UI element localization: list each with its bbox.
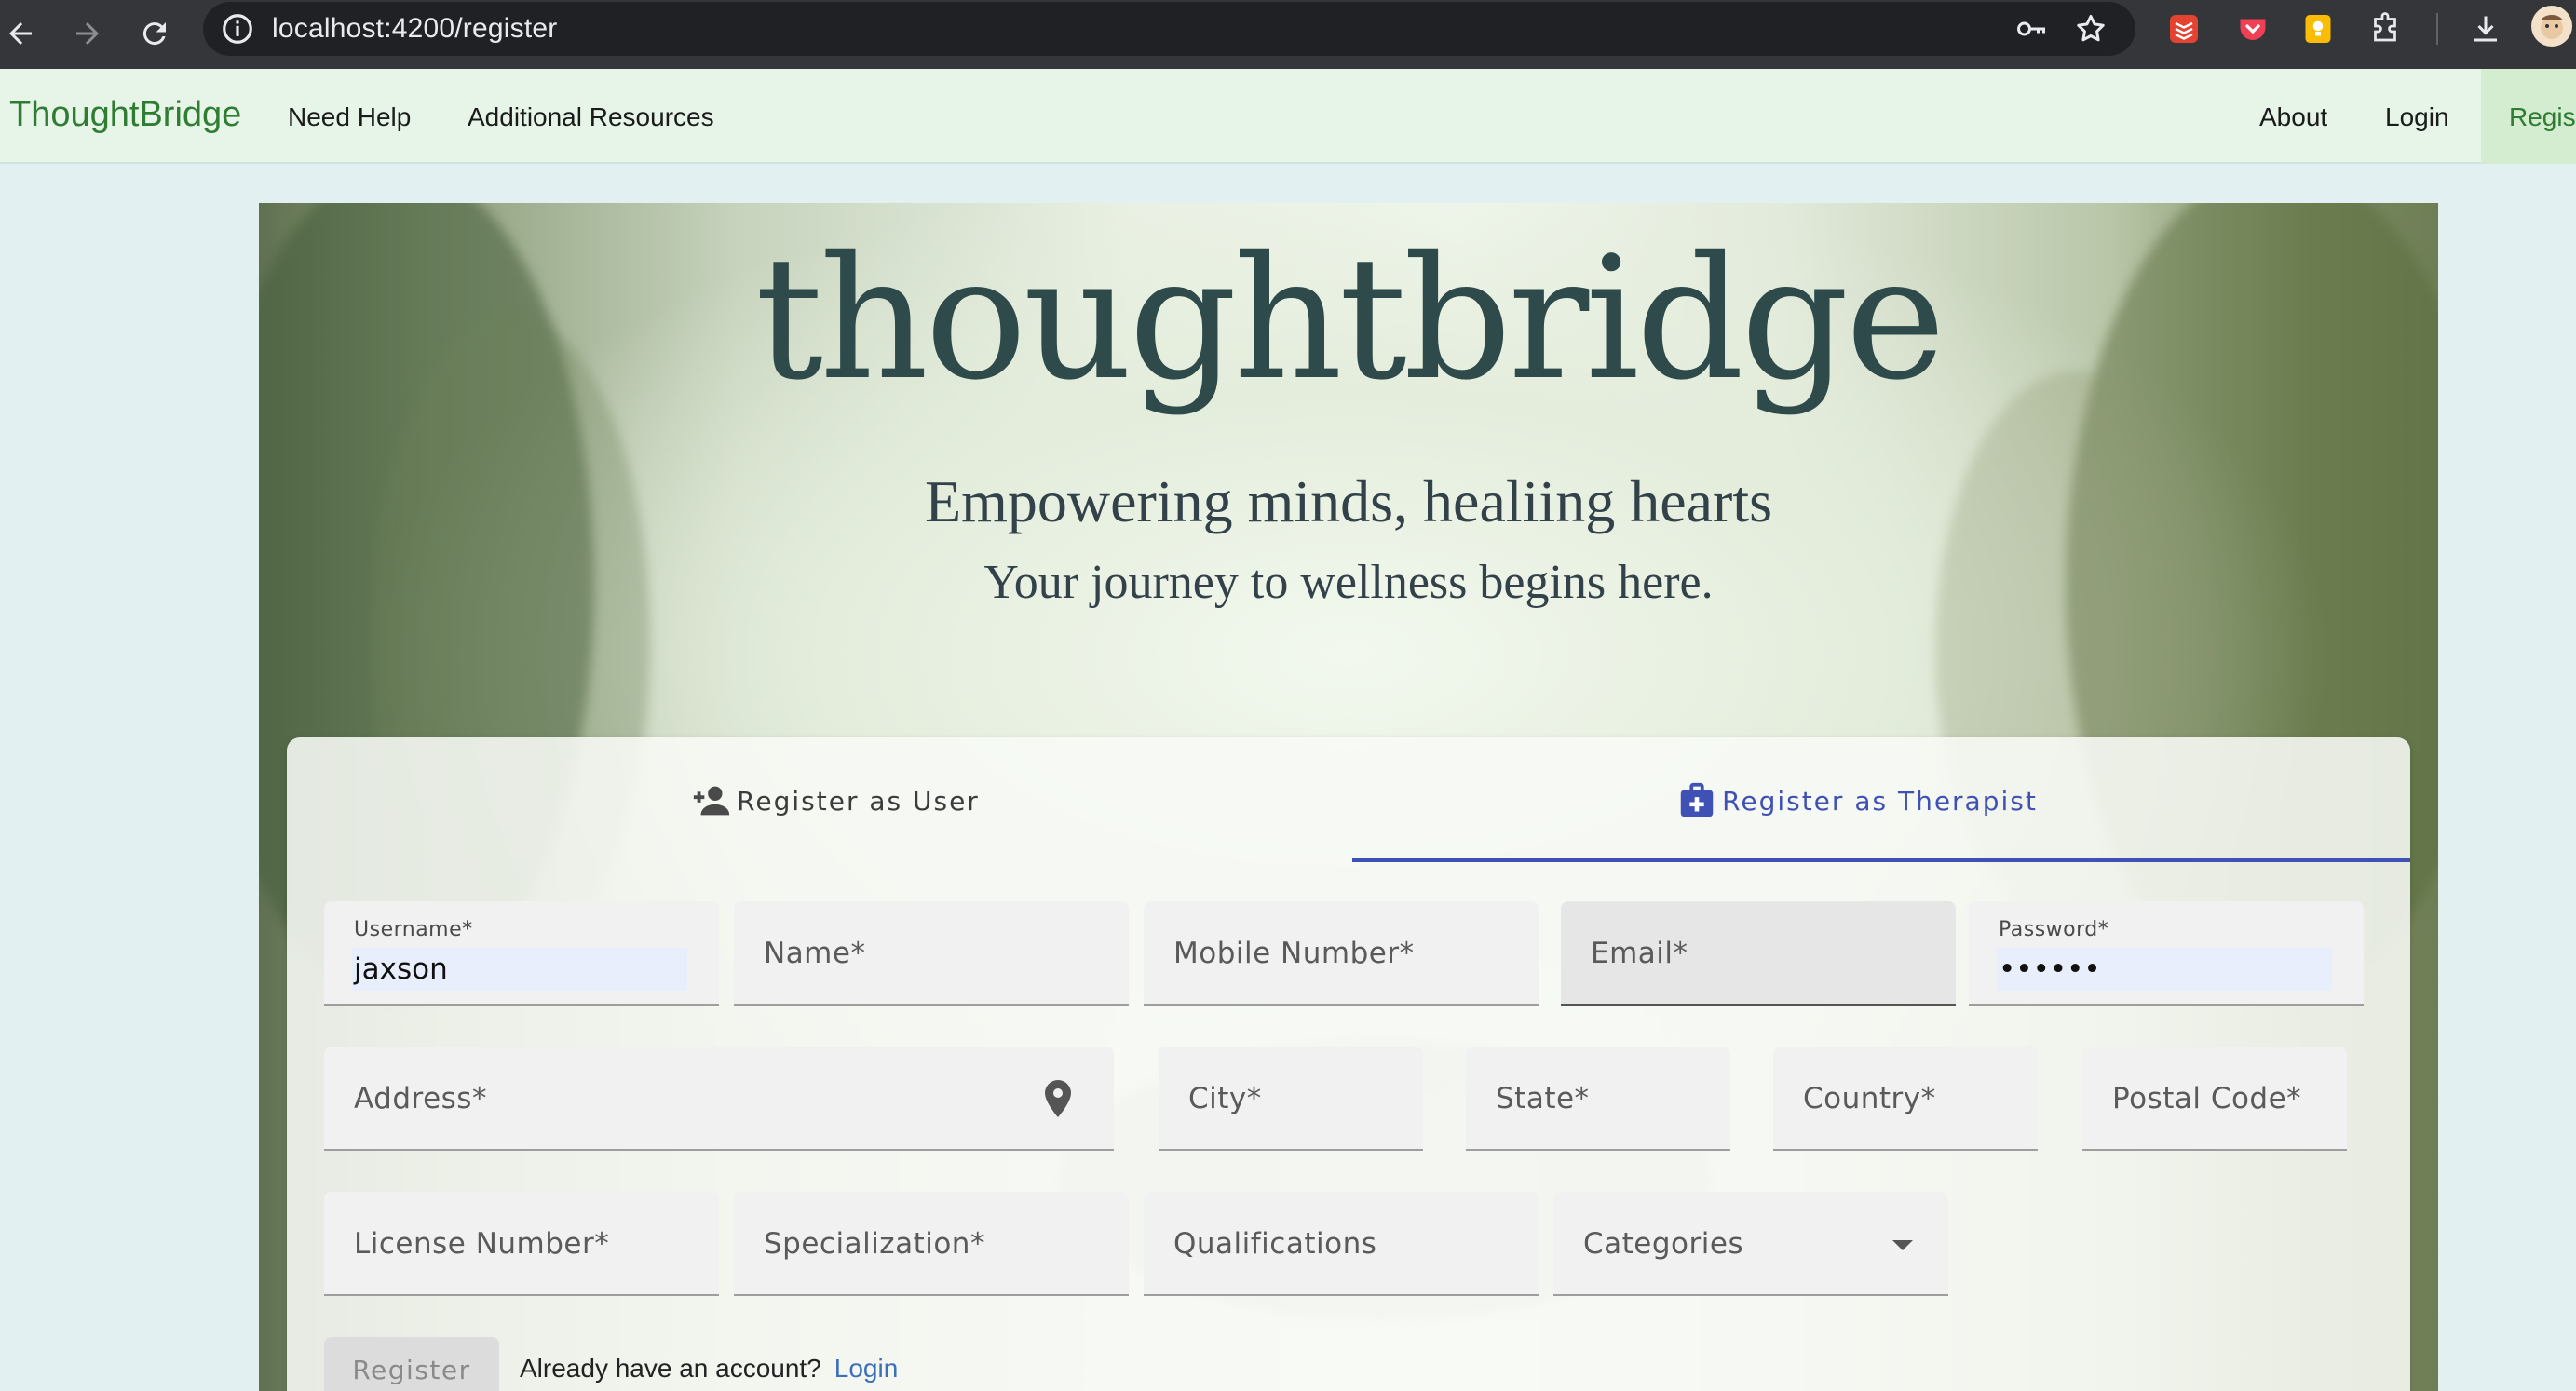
password-label: Password* xyxy=(1999,918,2109,941)
username-field[interactable]: Username* jaxson xyxy=(324,901,719,1006)
password-field[interactable]: Password* •••••• xyxy=(1969,901,2364,1006)
dropdown-arrow-icon[interactable] xyxy=(1892,1240,1913,1250)
nav-about[interactable]: About xyxy=(2259,102,2327,132)
country-label: Country* xyxy=(1803,1082,1936,1115)
app-navbar: ThoughtBridge Need Help Additional Resou… xyxy=(0,69,2576,164)
location-pin-icon[interactable] xyxy=(1036,1076,1080,1121)
back-arrow-icon xyxy=(9,22,32,45)
city-field[interactable]: City* xyxy=(1159,1047,1423,1151)
toolbar-divider xyxy=(2436,13,2438,45)
reload-icon xyxy=(142,22,166,46)
keep-extension-icon[interactable] xyxy=(2297,7,2339,50)
extensions-puzzle-icon[interactable] xyxy=(2364,7,2407,50)
medical-bag-icon xyxy=(1675,779,1718,822)
state-field[interactable]: State* xyxy=(1466,1047,1730,1151)
brand-logo-link[interactable]: ThoughtBridge xyxy=(9,95,241,135)
license-number-label: License Number* xyxy=(354,1227,610,1261)
password-key-icon[interactable] xyxy=(2010,7,2053,50)
pocket-extension-icon[interactable] xyxy=(2231,7,2274,50)
hero-logo-text: thoughtbridge xyxy=(754,220,1946,417)
registration-tabs: Register as User Register as Therapist xyxy=(324,737,2410,864)
state-label: State* xyxy=(1496,1082,1590,1115)
specialization-label: Specialization* xyxy=(764,1227,985,1261)
email-field[interactable]: Email* xyxy=(1561,901,1956,1006)
country-field[interactable]: Country* xyxy=(1773,1047,2038,1151)
password-input[interactable]: •••••• xyxy=(1997,948,2332,991)
nav-additional-resources[interactable]: Additional Resources xyxy=(468,102,714,132)
name-field[interactable]: Name* xyxy=(734,901,1129,1006)
specialization-field[interactable]: Specialization* xyxy=(734,1192,1129,1296)
mobile-number-label: Mobile Number* xyxy=(1173,937,1415,970)
postal-code-label: Postal Code* xyxy=(2112,1082,2302,1115)
nav-need-help[interactable]: Need Help xyxy=(288,102,411,132)
email-label: Email* xyxy=(1591,937,1688,970)
forward-button[interactable] xyxy=(61,7,114,60)
tab-register-therapist[interactable]: Register as Therapist xyxy=(1346,737,2367,864)
site-info-icon[interactable] xyxy=(220,11,255,47)
categories-select[interactable]: Categories xyxy=(1553,1192,1948,1296)
active-tab-indicator xyxy=(1352,858,2410,862)
bookmark-star-icon[interactable] xyxy=(2069,7,2112,50)
hero-tagline-secondary: Your journey to wellness begins here. xyxy=(983,556,1714,609)
reload-button[interactable] xyxy=(129,7,181,60)
tab-register-therapist-label: Register as Therapist xyxy=(1722,785,2038,817)
forward-arrow-icon xyxy=(76,22,99,45)
username-label: Username* xyxy=(354,918,473,941)
person-add-icon xyxy=(690,779,733,822)
tab-register-user[interactable]: Register as User xyxy=(324,737,1346,864)
username-input[interactable]: jaxson xyxy=(352,948,687,991)
address-field[interactable]: Address* xyxy=(324,1047,1114,1151)
register-button[interactable]: Register xyxy=(324,1337,499,1391)
license-number-field[interactable]: License Number* xyxy=(324,1192,719,1296)
city-label: City* xyxy=(1188,1082,1262,1115)
already-have-account-text: Already have an account? xyxy=(520,1354,821,1383)
login-link[interactable]: Login xyxy=(834,1354,899,1383)
categories-label: Categories xyxy=(1583,1227,1744,1261)
url-text[interactable]: localhost:4200/register xyxy=(272,13,557,45)
qualifications-field[interactable]: Qualifications xyxy=(1144,1192,1539,1296)
back-button[interactable] xyxy=(0,7,47,60)
downloads-icon[interactable] xyxy=(2464,7,2507,50)
todoist-extension-icon[interactable] xyxy=(2162,7,2205,50)
nav-login[interactable]: Login xyxy=(2385,102,2449,132)
postal-code-field[interactable]: Postal Code* xyxy=(2082,1047,2347,1151)
nav-register-label: Regist xyxy=(2509,102,2576,131)
address-label: Address* xyxy=(354,1082,487,1115)
nav-register-active[interactable]: Regist xyxy=(2481,69,2576,164)
tab-register-user-label: Register as User xyxy=(737,785,980,817)
hero-tagline-primary: Empowering minds, healiing hearts xyxy=(924,468,1773,534)
browser-chrome: localhost:4200/register xyxy=(0,0,2576,69)
login-prompt: Already have an account? Login xyxy=(520,1354,898,1384)
registration-card: Register as User Register as Therapist U… xyxy=(287,737,2410,1391)
name-label: Name* xyxy=(764,937,866,970)
address-bar[interactable]: localhost:4200/register xyxy=(203,2,2135,56)
qualifications-label: Qualifications xyxy=(1173,1227,1377,1261)
mobile-number-field[interactable]: Mobile Number* xyxy=(1144,901,1539,1006)
profile-avatar[interactable] xyxy=(2531,6,2572,47)
